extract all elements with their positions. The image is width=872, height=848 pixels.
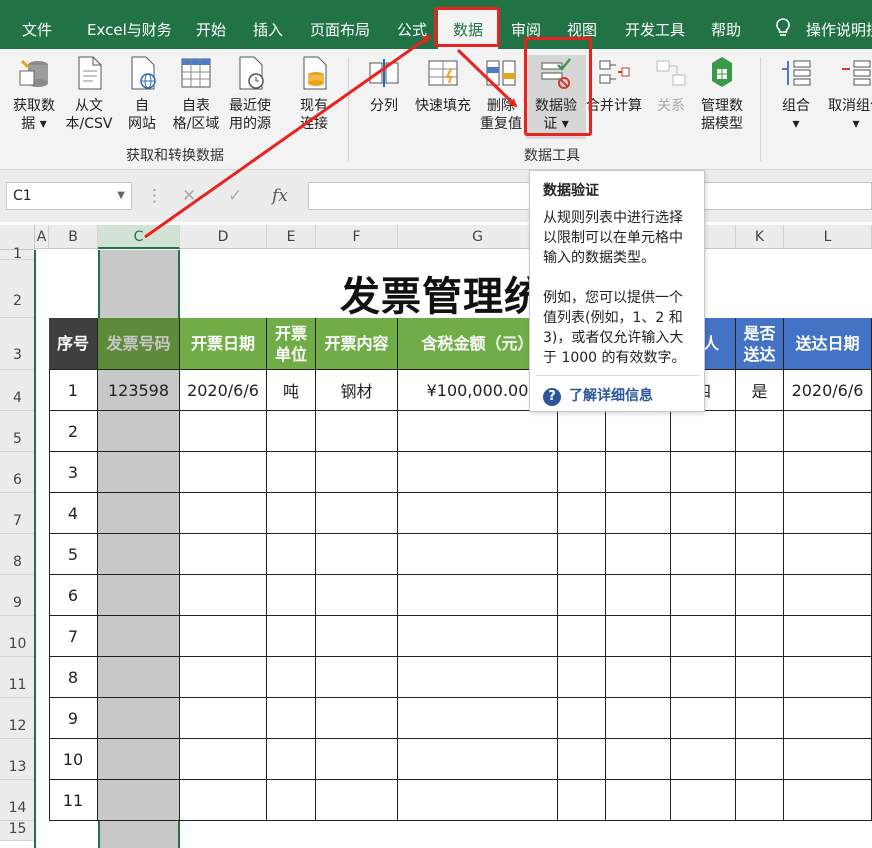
annotation-arrows [144,34,518,239]
arrow-to-data-validation [456,48,518,108]
arrow-to-data-tab [144,34,432,239]
